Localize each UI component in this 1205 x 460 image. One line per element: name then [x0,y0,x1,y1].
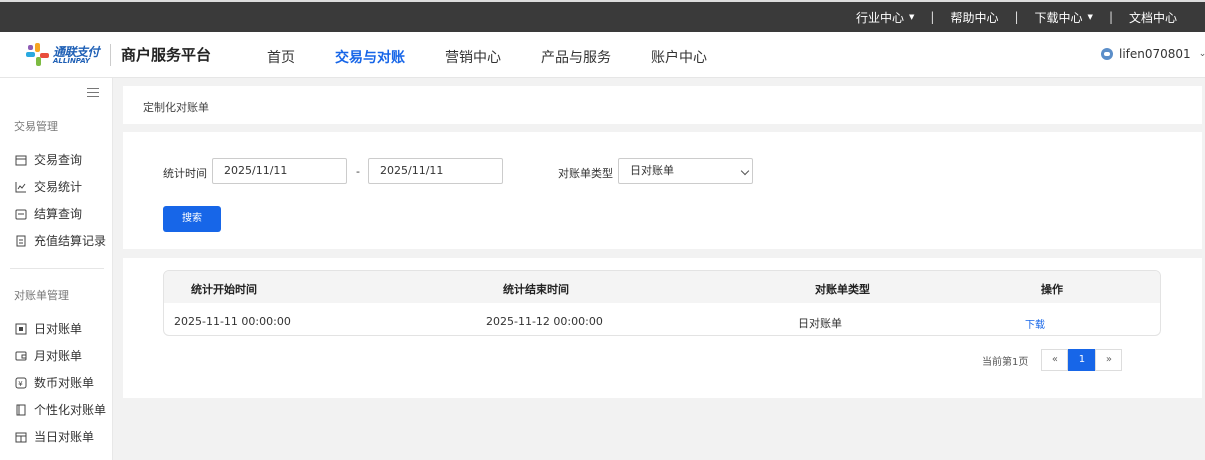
sidebar-item-label: 日对账单 [34,322,83,336]
sidebar-item-label: 数币对账单 [34,376,95,390]
download-center-link[interactable]: 下载中心 ▼ [1035,9,1093,26]
end-date-input[interactable]: 2025/11/11 [368,158,503,184]
logo-mark-icon [26,43,49,66]
user-menu[interactable]: lifen070801 ⌄ [1101,47,1205,61]
nav-trade-reconcile[interactable]: 交易与对账 [335,47,405,67]
chart-icon [15,181,27,193]
chevron-down-icon [740,166,750,176]
cell-statement-type: 日对账单 [798,317,842,330]
svg-text:¥: ¥ [18,380,23,388]
sidebar-item-monthly-statement[interactable]: 月对账单 [15,347,82,364]
daily-statement-icon [15,323,27,335]
chevron-down-icon: ⌄ [1198,49,1205,59]
sidebar-section-trade: 交易管理 [14,120,58,133]
breadcrumb-current: 定制化对账单 [143,101,209,114]
settlement-icon [15,208,27,220]
time-label: 统计时间 [163,167,207,180]
logo-text-en: ALLINPAY [53,57,90,65]
pagination: 当前第1页 « 1 » [982,349,1123,371]
sidebar-item-label: 交易统计 [34,180,83,194]
sidebar-item-today-statement[interactable]: 当日对账单 [15,428,94,445]
digital-currency-icon: ¥ [15,377,27,389]
page-1-button[interactable]: 1 [1068,349,1096,371]
col-start-time: 统计开始时间 [191,283,257,296]
wallet-icon [15,350,27,362]
main-nav: 首页 交易与对账 营销中心 产品与服务 账户中心 [267,47,747,67]
table-header: 统计开始时间 统计结束时间 对账单类型 操作 [164,271,1160,303]
sidebar-item-settle-query[interactable]: 结算查询 [15,205,82,222]
main-header: 通联支付 ALLINPAY 商户服务平台 首页 交易与对账 营销中心 产品与服务… [0,32,1205,78]
statement-type-label: 对账单类型 [558,167,613,180]
clipboard-icon [15,235,27,247]
statement-type-value: 日对账单 [630,164,674,177]
menu-toggle-icon[interactable] [87,88,99,98]
caret-down-icon: ▼ [909,13,915,21]
sidebar-item-label: 结算查询 [34,207,83,221]
username: lifen070801 [1119,47,1191,61]
search-button[interactable]: 搜索 [163,206,221,232]
filter-panel: 统计时间 2025/11/11 - 2025/11/11 对账单类型 日对账单 … [123,132,1202,249]
sidebar-item-trade-stats[interactable]: 交易统计 [15,178,82,195]
sidebar-item-label: 交易查询 [34,153,83,167]
top-links: 行业中心 ▼ | 帮助中心 | 下载中心 ▼ | 文档中心 [856,2,1177,32]
col-end-time: 统计结束时间 [503,283,569,296]
statement-table: 统计开始时间 统计结束时间 对账单类型 操作 2025-11-11 00:00:… [163,270,1161,336]
top-utility-bar: 行业中心 ▼ | 帮助中心 | 下载中心 ▼ | 文档中心 [0,0,1205,32]
result-panel: 统计开始时间 统计结束时间 对账单类型 操作 2025-11-11 00:00:… [123,258,1202,398]
sidebar-divider [10,268,104,269]
sidebar-item-label: 充值结算记录 [34,234,107,248]
allinpay-logo[interactable]: 通联支付 ALLINPAY [25,42,100,68]
sidebar-item-recharge-records[interactable]: 充值结算记录 [15,232,106,249]
prev-page-button[interactable]: « [1041,349,1069,371]
download-link[interactable]: 下载 [1025,316,1045,331]
caret-down-icon: ▼ [1087,13,1093,21]
sidebar-item-custom-statement[interactable]: 个性化对账单 [15,401,106,418]
start-date-input[interactable]: 2025/11/11 [212,158,347,184]
separator: | [930,10,935,24]
sidebar-section-statements: 对账单管理 [14,289,69,302]
date-range-dash: - [356,165,360,178]
book-icon [15,404,27,416]
nav-products[interactable]: 产品与服务 [541,47,611,67]
col-actions: 操作 [1041,283,1063,296]
sidebar-item-trade-query[interactable]: 交易查询 [15,151,82,168]
separator: | [1014,10,1019,24]
nav-marketing[interactable]: 营销中心 [445,47,501,67]
sidebar-item-digital-currency-statement[interactable]: ¥ 数币对账单 [15,374,94,391]
cell-end-time: 2025-11-12 00:00:00 [486,315,603,328]
nav-home[interactable]: 首页 [267,47,295,67]
cell-start-time: 2025-11-11 00:00:00 [174,315,291,328]
nav-account[interactable]: 账户中心 [651,47,707,67]
header-divider [110,44,111,66]
page-info: 当前第1页 [982,356,1029,368]
sidebar-item-label: 月对账单 [34,349,83,363]
sidebar-item-daily-statement[interactable]: 日对账单 [15,320,82,337]
next-page-button[interactable]: » [1095,349,1123,371]
col-statement-type: 对账单类型 [815,283,870,296]
breadcrumb: 定制化对账单 [123,86,1202,124]
avatar-icon [1101,48,1113,60]
sidebar: 交易管理 交易查询 交易统计 结算查询 充值结算记录 对账单管理 日对账单 月对… [0,78,113,460]
help-center-link[interactable]: 帮助中心 [950,9,998,26]
statement-type-select[interactable]: 日对账单 [618,158,753,184]
separator: | [1108,10,1113,24]
industry-center-link[interactable]: 行业中心 ▼ [856,9,914,26]
sidebar-item-label: 个性化对账单 [34,403,107,417]
calendar-icon [15,154,27,166]
platform-title: 商户服务平台 [121,46,212,64]
today-icon [15,431,27,443]
docs-center-link[interactable]: 文档中心 [1129,9,1177,26]
sidebar-item-label: 当日对账单 [34,430,95,444]
